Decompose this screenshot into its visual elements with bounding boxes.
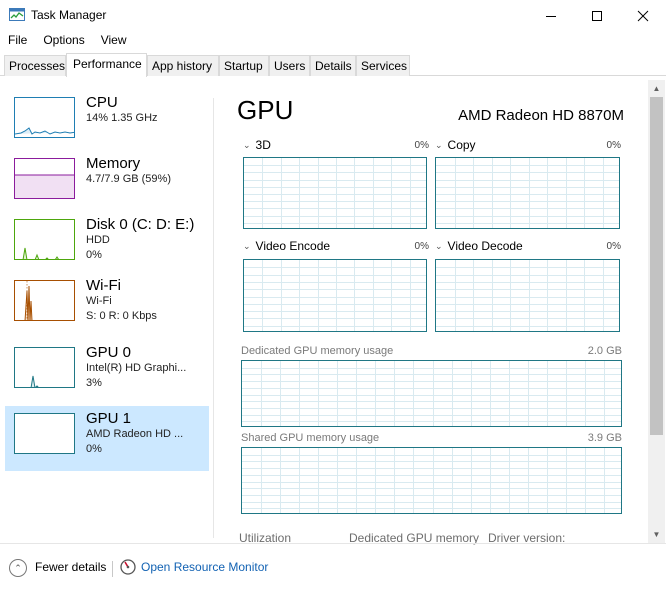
page-title: GPU xyxy=(237,95,294,125)
tab-details[interactable]: Details xyxy=(310,55,356,76)
footer: ⌃ Fewer details Open Resource Monitor xyxy=(0,553,666,583)
sidebar-detail: 3% xyxy=(86,377,102,389)
tab-processes[interactable]: Processes xyxy=(4,55,66,76)
open-resource-monitor-link[interactable]: Open Resource Monitor xyxy=(141,560,268,574)
menu-file[interactable]: File xyxy=(0,31,35,51)
engine-selector-copy[interactable]: ⌄ Copy xyxy=(435,138,476,152)
sidebar-item-wifi[interactable]: Wi-Fi Wi-Fi S: 0 R: 0 Kbps xyxy=(5,273,209,338)
engine-selector-video-encode[interactable]: ⌄ Video Encode xyxy=(243,239,330,253)
graph-3d xyxy=(243,157,427,229)
sidebar-title: CPU xyxy=(86,94,118,111)
graph-video-encode xyxy=(243,259,427,332)
tab-users[interactable]: Users xyxy=(269,55,310,76)
menu-view[interactable]: View xyxy=(93,31,135,51)
tab-performance[interactable]: Performance xyxy=(66,53,147,77)
chevron-down-icon: ⌄ xyxy=(435,140,443,150)
sidebar-title: Disk 0 (C: D: E:) xyxy=(86,216,195,233)
tab-app-history[interactable]: App history xyxy=(147,55,219,76)
sidebar-detail: S: 0 R: 0 Kbps xyxy=(86,310,157,322)
tab-bar: Processes Performance App history Startu… xyxy=(0,53,666,77)
sidebar-title: GPU 0 xyxy=(86,344,132,361)
gpu1-thumbnail-graph xyxy=(14,413,75,454)
maximize-button[interactable] xyxy=(574,0,620,31)
sidebar-detail: 14% 1.35 GHz xyxy=(86,112,158,124)
minimize-button[interactable] xyxy=(528,0,574,31)
sidebar-item-cpu[interactable]: CPU 14% 1.35 GHz xyxy=(5,90,209,155)
dedicated-memory-label: Dedicated GPU memory usage xyxy=(241,345,394,357)
footer-divider xyxy=(0,543,666,544)
task-manager-icon xyxy=(9,8,25,21)
wifi-thumbnail-graph xyxy=(14,280,75,321)
graph-grid xyxy=(436,158,619,228)
fewer-details-button[interactable]: Fewer details xyxy=(35,560,106,574)
memory-thumbnail-graph xyxy=(14,158,75,199)
sidebar-item-memory[interactable]: Memory 4.7/7.9 GB (59%) xyxy=(5,151,209,216)
chevron-down-icon: ⌄ xyxy=(243,241,251,251)
engine-selector-3d[interactable]: ⌄ 3D xyxy=(243,138,271,152)
dedicated-memory-value: 2.0 GB xyxy=(587,345,622,357)
title-bar: Task Manager xyxy=(0,0,666,31)
sidebar-title: Memory xyxy=(86,155,141,172)
graph-grid xyxy=(244,158,426,228)
engine-percent: 0% xyxy=(606,140,621,151)
sidebar-title: GPU 1 xyxy=(86,410,132,427)
shared-memory-value: 3.9 GB xyxy=(587,432,622,444)
sidebar-detail: HDD xyxy=(86,234,110,246)
chevron-down-icon: ⌄ xyxy=(243,140,251,150)
sidebar-item-gpu1[interactable]: GPU 1 AMD Radeon HD ... 0% xyxy=(5,406,209,471)
sidebar-divider xyxy=(213,98,214,538)
sidebar-detail: 0% xyxy=(86,249,102,261)
tab-services[interactable]: Services xyxy=(356,55,410,76)
engine-percent: 0% xyxy=(606,241,621,252)
close-icon xyxy=(637,10,649,21)
graph-video-decode xyxy=(435,259,620,332)
graph-dedicated-memory xyxy=(241,360,622,427)
cpu-thumbnail-graph xyxy=(14,97,75,138)
sidebar-detail: AMD Radeon HD ... xyxy=(86,428,184,440)
scroll-up-arrow-icon[interactable]: ▲ xyxy=(648,80,665,97)
sidebar-detail: 0% xyxy=(86,443,102,455)
minimize-icon xyxy=(546,15,556,17)
window-title: Task Manager xyxy=(31,8,107,22)
sidebar-item-gpu0[interactable]: GPU 0 Intel(R) HD Graphi... 3% xyxy=(5,340,209,405)
engine-selector-video-decode[interactable]: ⌄ Video Decode xyxy=(435,239,523,253)
sidebar-detail: Intel(R) HD Graphi... xyxy=(86,362,187,374)
sidebar-detail: 4.7/7.9 GB (59%) xyxy=(86,173,171,185)
footer-separator xyxy=(112,561,113,577)
resource-sidebar: CPU 14% 1.35 GHz Memory 4.7/7.9 GB (59%)… xyxy=(5,90,210,480)
menu-bar: File Options View xyxy=(0,31,135,51)
tab-startup[interactable]: Startup xyxy=(219,55,269,76)
scroll-down-arrow-icon[interactable]: ▼ xyxy=(648,526,665,543)
graph-grid xyxy=(242,448,621,513)
gpu0-thumbnail-graph xyxy=(14,347,75,388)
maximize-icon xyxy=(592,10,602,21)
graph-grid xyxy=(242,361,621,426)
graph-grid xyxy=(436,260,619,331)
graph-copy xyxy=(435,157,620,229)
chevron-up-icon[interactable]: ⌃ xyxy=(9,559,27,577)
scrollbar-thumb[interactable] xyxy=(650,97,663,435)
disk-thumbnail-graph xyxy=(14,219,75,260)
engine-percent: 0% xyxy=(414,241,429,252)
sidebar-item-disk[interactable]: Disk 0 (C: D: E:) HDD 0% xyxy=(5,212,209,277)
gpu-device-name: AMD Radeon HD 8870M xyxy=(458,107,624,124)
sidebar-detail: Wi-Fi xyxy=(86,295,112,307)
sidebar-title: Wi-Fi xyxy=(86,277,121,294)
chevron-down-icon: ⌄ xyxy=(435,241,443,251)
engine-percent: 0% xyxy=(414,140,429,151)
resource-monitor-icon xyxy=(120,559,136,575)
graph-grid xyxy=(244,260,426,331)
shared-memory-label: Shared GPU memory usage xyxy=(241,432,380,444)
close-button[interactable] xyxy=(620,0,666,31)
menu-options[interactable]: Options xyxy=(35,31,92,51)
graph-shared-memory xyxy=(241,447,622,514)
